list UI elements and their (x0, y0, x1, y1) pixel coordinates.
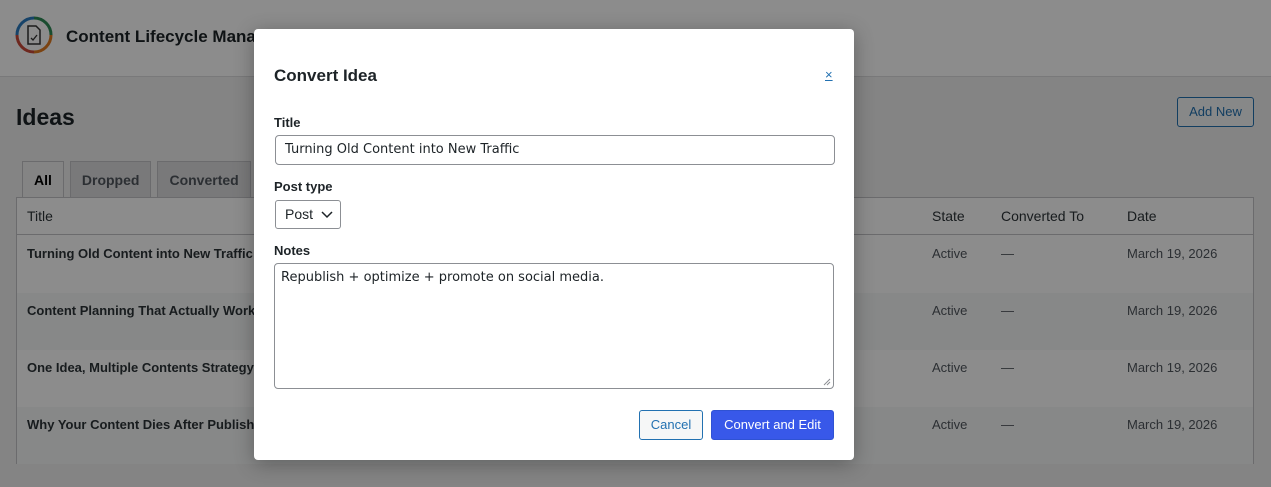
convert-and-edit-button[interactable]: Convert and Edit (711, 410, 834, 440)
post-type-label: Post type (274, 179, 333, 194)
title-input[interactable]: Turning Old Content into New Traffic (275, 135, 835, 165)
notes-label: Notes (274, 243, 311, 258)
close-icon[interactable]: × (825, 67, 833, 82)
resize-handle-icon[interactable] (823, 378, 831, 386)
notes-value: Republish + optimize + promote on social… (281, 270, 605, 285)
chevron-down-icon (321, 211, 333, 219)
cancel-button[interactable]: Cancel (639, 410, 703, 440)
title-label: Title (274, 115, 301, 130)
notes-textarea[interactable]: Republish + optimize + promote on social… (274, 263, 834, 389)
dialog-title: Convert Idea (274, 66, 377, 85)
post-type-select[interactable]: Post (275, 200, 341, 229)
post-type-value: Post (285, 206, 314, 222)
convert-idea-dialog: Convert Idea × Title Turning Old Content… (254, 29, 854, 460)
